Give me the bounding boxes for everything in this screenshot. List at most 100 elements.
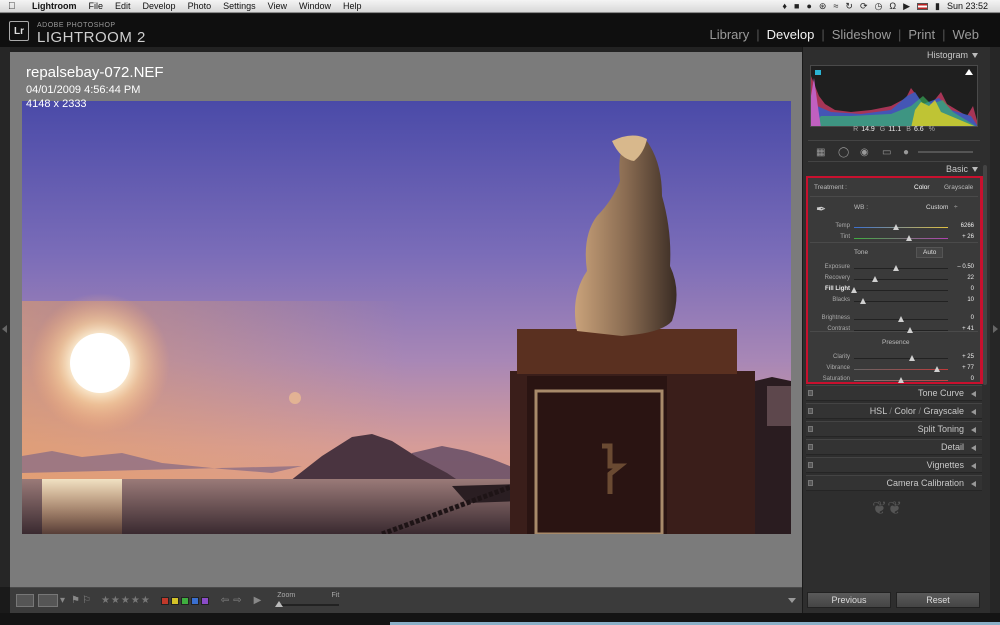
filmstrip-strip[interactable] xyxy=(0,613,1000,625)
wifi-icon[interactable]: ≈ xyxy=(833,1,838,11)
menu-app-lightroom[interactable]: Lightroom xyxy=(32,1,77,11)
bluetooth-icon[interactable]: ⊛ xyxy=(819,1,827,12)
split-toning-panel[interactable]: Split Toning xyxy=(806,421,982,437)
treatment-grayscale[interactable]: Grayscale xyxy=(944,184,973,191)
recovery-slider[interactable] xyxy=(854,279,948,280)
histogram-graph[interactable] xyxy=(810,65,978,127)
color-label-blue[interactable] xyxy=(190,596,199,605)
reject-flag-icon[interactable]: ⚐ xyxy=(82,595,91,606)
color-label-green[interactable] xyxy=(180,596,189,605)
auto-tone-button[interactable]: Auto xyxy=(916,247,944,258)
sync-icon[interactable]: ⟳ xyxy=(860,1,868,12)
module-print[interactable]: Print xyxy=(901,27,942,42)
brightness-slider-knob[interactable] xyxy=(898,316,904,322)
tint-slider[interactable] xyxy=(854,238,948,239)
apple-menu-icon[interactable]:  xyxy=(8,1,22,12)
detail-panel[interactable]: Detail xyxy=(806,439,982,455)
brightness-value[interactable]: 0 xyxy=(971,315,974,321)
battery-icon[interactable]: ▮ xyxy=(935,1,940,12)
color-tab[interactable]: Color xyxy=(894,406,916,416)
color-label-red[interactable] xyxy=(160,596,169,605)
eyedropper-icon[interactable]: ✒ xyxy=(816,202,826,216)
input-flag-icon[interactable] xyxy=(917,2,928,10)
contrast-value[interactable]: + 41 xyxy=(962,326,974,332)
camera-calibration-panel[interactable]: Camera Calibration xyxy=(806,475,982,491)
next-arrow-icon[interactable]: ⇨ xyxy=(233,595,241,606)
lock-icon[interactable]: ● xyxy=(806,1,811,11)
reset-button[interactable]: Reset xyxy=(896,592,980,608)
blacks-value[interactable]: 10 xyxy=(967,297,974,303)
spot-removal-icon[interactable]: ◯ xyxy=(838,147,849,158)
menu-develop[interactable]: Develop xyxy=(143,1,176,11)
wb-select[interactable]: Custom xyxy=(926,204,948,211)
treatment-color[interactable]: Color xyxy=(914,184,930,191)
recovery-value[interactable]: 22 xyxy=(967,275,974,281)
clarity-value[interactable]: + 25 xyxy=(962,354,974,360)
loupe-view-button[interactable] xyxy=(16,594,34,607)
panel-scrollbar[interactable] xyxy=(983,165,987,385)
left-panel-toggle[interactable] xyxy=(0,47,10,587)
volume-icon[interactable]: ▶ xyxy=(903,1,910,12)
toolbar-menu-icon[interactable] xyxy=(788,598,796,603)
color-label-yellow[interactable] xyxy=(170,596,179,605)
exposure-slider[interactable] xyxy=(854,268,948,269)
timemachine-icon[interactable]: ↻ xyxy=(845,1,853,12)
color-label-purple[interactable] xyxy=(200,596,209,605)
previous-button[interactable]: Previous xyxy=(807,592,891,608)
zoom-knob[interactable] xyxy=(275,600,284,607)
before-after-button[interactable] xyxy=(38,594,58,607)
headphones-icon[interactable]: Ω xyxy=(889,1,896,11)
fill-light-value[interactable]: 0 xyxy=(971,286,974,292)
temp-slider-knob[interactable] xyxy=(893,224,900,230)
vibrance-value[interactable]: + 77 xyxy=(962,365,974,371)
histogram-header[interactable]: Histogram xyxy=(808,50,980,64)
blacks-slider-knob[interactable] xyxy=(860,298,867,304)
zoom-slider[interactable]: Zoom Fit xyxy=(275,590,341,612)
temp-slider[interactable] xyxy=(854,227,948,228)
panel-switch[interactable] xyxy=(808,444,813,450)
recovery-slider-knob[interactable] xyxy=(871,276,878,282)
panel-switch[interactable] xyxy=(808,480,813,486)
crop-icon[interactable]: ▦ xyxy=(816,147,825,158)
blacks-slider[interactable] xyxy=(854,301,948,302)
module-develop[interactable]: Develop xyxy=(760,27,822,42)
module-library[interactable]: Library xyxy=(702,27,756,42)
menu-help[interactable]: Help xyxy=(343,1,362,11)
red-eye-icon[interactable]: ◉ xyxy=(860,147,869,158)
menu-view[interactable]: View xyxy=(268,1,287,11)
tint-value[interactable]: + 26 xyxy=(962,234,974,240)
panel-switch[interactable] xyxy=(808,462,813,468)
clarity-slider-knob[interactable] xyxy=(909,355,916,361)
tone-curve-panel[interactable]: Tone Curve xyxy=(806,385,982,401)
temp-value[interactable]: 6266 xyxy=(961,223,974,229)
contrast-slider-knob[interactable] xyxy=(907,327,914,333)
clock-icon[interactable]: ◷ xyxy=(874,1,882,12)
brush-icon[interactable]: ● xyxy=(903,147,909,158)
saturation-value[interactable]: 0 xyxy=(971,376,974,382)
brush-slider[interactable] xyxy=(918,151,973,153)
contrast-slider[interactable] xyxy=(854,330,948,331)
play-icon[interactable]: ▶ xyxy=(254,595,262,606)
menu-file[interactable]: File xyxy=(89,1,104,11)
photo-preview[interactable] xyxy=(22,101,791,534)
previous-arrow-icon[interactable]: ⇦ xyxy=(221,595,229,606)
hsl-tab[interactable]: HSL xyxy=(870,406,887,416)
exposure-value[interactable]: – 0.50 xyxy=(957,264,974,270)
hsl-panel[interactable]: HSL / Color / Grayscale xyxy=(806,403,982,419)
clarity-slider[interactable] xyxy=(854,358,948,359)
dropbox-icon[interactable]: ■ xyxy=(794,1,799,11)
module-web[interactable]: Web xyxy=(946,27,987,42)
saturation-slider-knob[interactable] xyxy=(898,377,904,383)
vignettes-panel[interactable]: Vignettes xyxy=(806,457,982,473)
graduated-filter-icon[interactable]: ▭ xyxy=(882,147,891,158)
right-panel-toggle[interactable] xyxy=(990,47,1000,613)
menubar-clock[interactable]: Sun 23:52 xyxy=(947,1,988,11)
menu-edit[interactable]: Edit xyxy=(115,1,131,11)
fill-light-slider-knob[interactable] xyxy=(851,287,857,293)
vibrance-slider-knob[interactable] xyxy=(933,366,940,372)
fill-light-slider[interactable] xyxy=(854,290,948,291)
panel-switch[interactable] xyxy=(808,408,813,414)
menu-photo[interactable]: Photo xyxy=(188,1,212,11)
star-rating[interactable]: ★★★★★ xyxy=(101,595,151,606)
module-slideshow[interactable]: Slideshow xyxy=(825,27,898,42)
